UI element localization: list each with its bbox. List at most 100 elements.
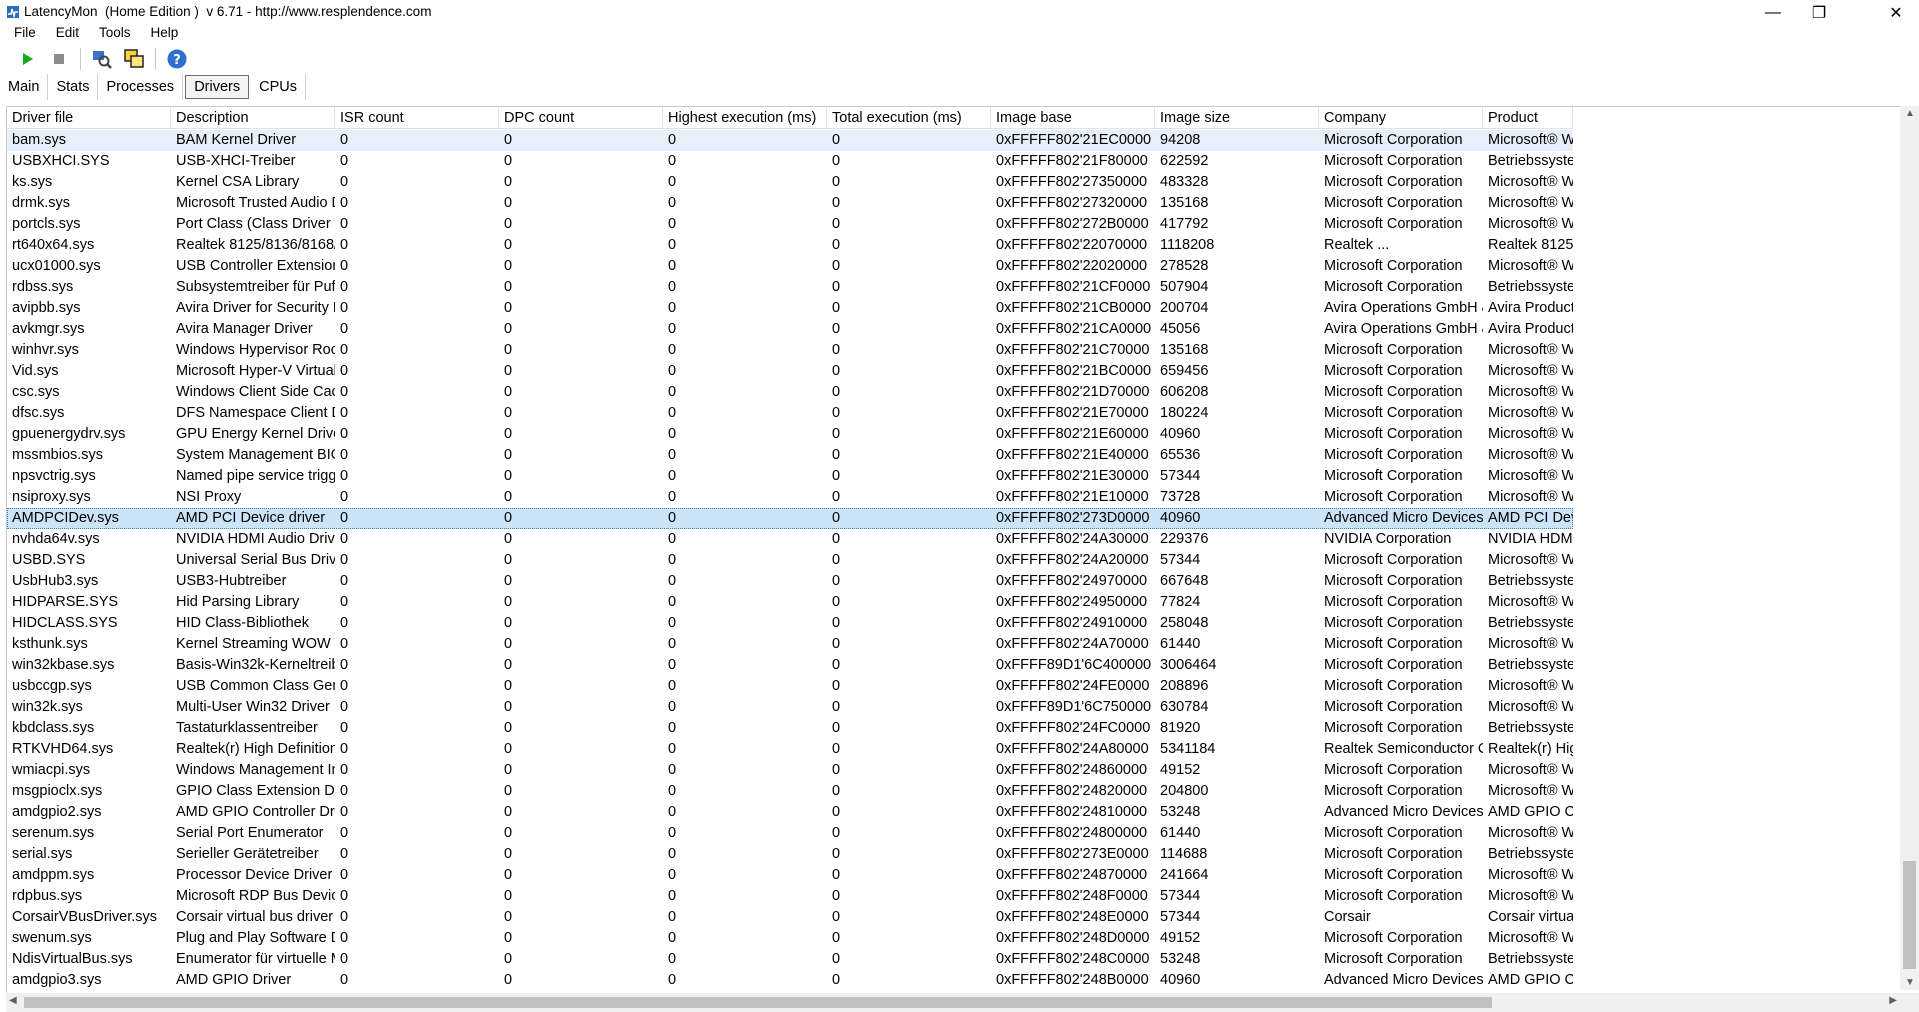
cell-product: Microsoft® W [1488,363,1573,379]
cell-isr-count: 0 [340,258,349,274]
help-button[interactable]: ? [164,46,190,72]
table-row[interactable]: win32kbase.sys Basis-Win32k-Kerneltreiber… [7,655,1573,676]
table-row[interactable]: amdgpio2.sys AMD GPIO Controller Driver 0 0… [7,802,1573,823]
minimize-button[interactable]: — [1750,0,1796,26]
horizontal-scrollbar[interactable]: ◀ ▶ [6,993,1900,1012]
vertical-scrollbar[interactable]: ▲ ▼ [1900,106,1919,990]
cell-image-size: 229376 [1160,531,1209,547]
tab-cpus[interactable]: CPUs [251,74,306,100]
windows-button[interactable] [121,46,147,72]
cell-total-execution: 0 [832,363,841,379]
analyze-button[interactable] [89,46,115,72]
vertical-scroll-thumb[interactable] [1903,861,1916,969]
table-row[interactable]: serial.sys Serieller Gerätetreiber 0 0 0 0 0xF… [7,844,1573,865]
restore-button[interactable]: ❐ [1796,0,1842,26]
tab-drivers[interactable]: Drivers [185,75,250,99]
table-row[interactable]: bam.sys BAM Kernel Driver 0 0 0 0 0xFFFFF802'2… [7,130,1573,151]
table-row[interactable]: NdisVirtualBus.sys Enumerator für virtuel… [7,949,1573,970]
cell-dpc-count: 0 [504,699,513,715]
tab-processes[interactable]: Processes [98,74,184,100]
cell-driver-file: csc.sys [12,384,60,400]
cell-product: Microsoft® W [1488,930,1573,946]
table-row[interactable]: wmiacpi.sys Windows Management Inter... 0 0… [7,760,1573,781]
table-row[interactable]: csc.sys Windows Client Side Cachin... 0 0 0 0… [7,382,1573,403]
table-row[interactable]: dfsc.sys DFS Namespace Client Driver 0 0 0 0 0… [7,403,1573,424]
horizontal-scroll-thumb[interactable] [24,997,1492,1008]
scroll-down-icon[interactable]: ▼ [1905,977,1915,988]
cell-isr-count: 0 [340,342,349,358]
tab-main[interactable]: Main [0,74,49,100]
column-header-isr-count[interactable]: ISR count [335,107,499,129]
column-header-image-size[interactable]: Image size [1155,107,1319,129]
table-row[interactable]: usbccgp.sys USB Common Class Generic ... 0… [7,676,1573,697]
cell-driver-file: avipbb.sys [12,300,81,316]
stop-button[interactable] [46,46,72,72]
scroll-up-icon[interactable]: ▲ [1905,108,1915,119]
table-row[interactable]: gpuenergydrv.sys GPU Energy Kernel Driver… [7,424,1573,445]
cell-total-execution: 0 [832,846,841,862]
table-row[interactable]: portcls.sys Port Class (Class Driver for … [7,214,1573,235]
scroll-right-icon[interactable]: ▶ [1889,995,1897,1006]
cell-product: Microsoft® W [1488,195,1573,211]
column-header-dpc-count[interactable]: DPC count [499,107,663,129]
cell-highest-execution: 0 [668,153,677,169]
column-header-total-execution[interactable]: Total execution (ms) [827,107,991,129]
column-header-description[interactable]: Description [171,107,335,129]
table-row[interactable]: HIDPARSE.SYS Hid Parsing Library 0 0 0 0 0xFFF… [7,592,1573,613]
table-row[interactable]: ksthunk.sys Kernel Streaming WOW Thu... 0 0… [7,634,1573,655]
table-row[interactable]: drmk.sys Microsoft Trusted Audio Driv... 0… [7,193,1573,214]
table-row[interactable]: rdbss.sys Subsystemtreiber für Puffer... 0… [7,277,1573,298]
table-row[interactable]: USBD.SYS Universal Serial Bus Driver 0 0 0 0 0… [7,550,1573,571]
table-row[interactable]: win32k.sys Multi-User Win32 Driver 0 0 0 0 0xF… [7,697,1573,718]
table-row[interactable]: UsbHub3.sys USB3-Hubtreiber 0 0 0 0 0xFFFFF802… [7,571,1573,592]
scroll-left-icon[interactable]: ◀ [9,995,17,1006]
table-row[interactable]: swenum.sys Plug and Play Software Devi...… [7,928,1573,949]
cell-company: Microsoft Corporation [1324,216,1463,232]
table-row[interactable]: mssmbios.sys System Management BIOS ... 0 0… [7,445,1573,466]
menu-file[interactable]: File [0,24,42,42]
cell-highest-execution: 0 [668,615,677,631]
cell-product: Microsoft® W [1488,867,1573,883]
table-row[interactable]: serenum.sys Serial Port Enumerator 0 0 0 0 0xF… [7,823,1573,844]
column-header-company[interactable]: Company [1319,107,1483,129]
table-row[interactable]: npsvctrig.sys Named pipe service triggers… [7,466,1573,487]
cell-dpc-count: 0 [504,300,513,316]
table-row[interactable]: AMDPCIDev.sys AMD PCI Device driver 0 0 0 0 0x… [7,508,1573,529]
table-row[interactable]: avkmgr.sys Avira Manager Driver 0 0 0 0 0xFFFF… [7,319,1573,340]
table-row[interactable]: ks.sys Kernel CSA Library 0 0 0 0 0xFFFFF802'2… [7,172,1573,193]
cell-product: Microsoft® W [1488,636,1573,652]
table-row[interactable]: nsiproxy.sys NSI Proxy 0 0 0 0 0xFFFFF802'21E1… [7,487,1573,508]
table-row[interactable]: USBXHCI.SYS USB-XHCI-Treiber 0 0 0 0 0xFFFFF80… [7,151,1573,172]
table-row[interactable]: Vid.sys Microsoft Hyper-V Virtualizati...… [7,361,1573,382]
menu-tools[interactable]: Tools [85,24,137,42]
menu-edit[interactable]: Edit [42,24,85,42]
cell-isr-count: 0 [340,762,349,778]
table-row[interactable]: msgpioclx.sys GPIO Class Extension Driver… [7,781,1573,802]
cell-product: Realtek(r) Higl [1488,741,1573,757]
column-header-image-base[interactable]: Image base [991,107,1155,129]
table-row[interactable]: CorsairVBusDriver.sys Corsair virtual bus… [7,907,1573,928]
column-header-product[interactable]: Product [1483,107,1573,129]
cell-highest-execution: 0 [668,930,677,946]
column-header-driver-file[interactable]: Driver file [7,107,171,129]
cell-isr-count: 0 [340,930,349,946]
close-button[interactable]: ✕ [1873,0,1919,26]
start-button[interactable] [14,46,40,72]
table-row[interactable]: nvhda64v.sys NVIDIA HDMI Audio Driver 0 0 0 0… [7,529,1573,550]
table-row[interactable]: RTKVHD64.sys Realtek(r) High Definition A… [7,739,1573,760]
table-row[interactable]: ucx01000.sys USB Controller Extension 0 0 0 0… [7,256,1573,277]
menu-help[interactable]: Help [137,24,185,42]
cell-description: Named pipe service triggers [176,468,335,484]
table-row[interactable]: amdppm.sys Processor Device Driver 0 0 0 0 0xF… [7,865,1573,886]
cell-image-size: 417792 [1160,216,1209,232]
tab-stats[interactable]: Stats [48,74,99,100]
table-row[interactable]: rdpbus.sys Microsoft RDP Bus Device dr...… [7,886,1573,907]
table-row[interactable]: kbdclass.sys Tastaturklassentreiber 0 0 0 0 0x… [7,718,1573,739]
table-row[interactable]: rt640x64.sys Realtek 8125/8136/8168/8... 0… [7,235,1573,256]
table-row[interactable]: winhvr.sys Windows Hypervisor Root I... 0 0… [7,340,1573,361]
table-row[interactable]: amdgpio3.sys AMD GPIO Driver 0 0 0 0 0xFFFFF80… [7,970,1573,991]
table-row[interactable]: HIDCLASS.SYS HID Class-Bibliothek 0 0 0 0 0xFF… [7,613,1573,634]
table-row[interactable]: avipbb.sys Avira Driver for Security Enh.… [7,298,1573,319]
column-header-highest-execution[interactable]: Highest execution (ms) [663,107,827,129]
cell-driver-file: swenum.sys [12,930,92,946]
